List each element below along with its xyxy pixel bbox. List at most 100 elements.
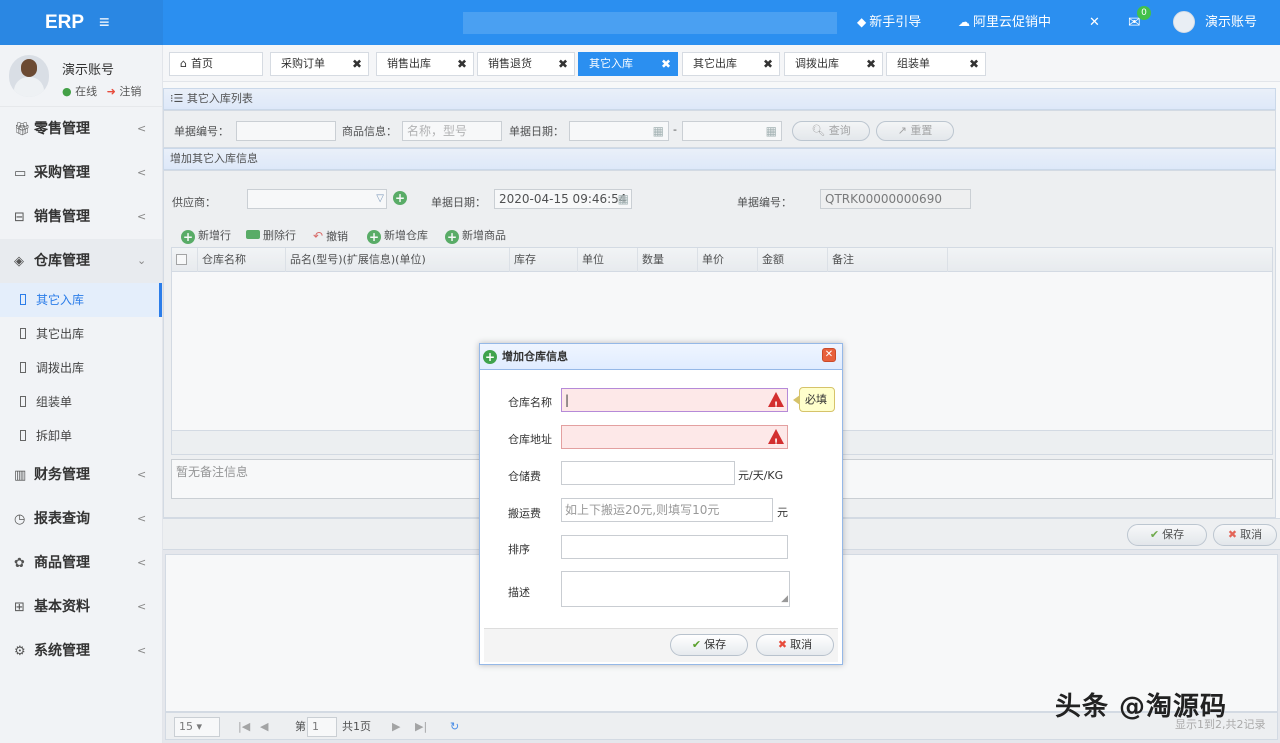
close-icon[interactable]: ✖ (969, 53, 979, 75)
logout-icon[interactable]: ➜ (107, 85, 116, 98)
chevron-left-icon: < (137, 644, 147, 657)
user-status: ● 在线 ➜ 注销 (62, 83, 141, 99)
brand-name: ERP (45, 12, 84, 33)
sidebar-subitem-disassembly[interactable]: 拆卸单 (0, 419, 162, 453)
tab-purchase-order[interactable]: 采购订单 ✖ (270, 52, 369, 76)
dialog-cancel-button[interactable]: ✖ 取消 (756, 634, 834, 656)
user-panel: 演示账号 ● 在线 ➜ 注销 (0, 45, 162, 107)
avatar[interactable] (1173, 11, 1195, 33)
subitem-label: 调拨出库 (36, 361, 85, 375)
book-icon: ▥ (14, 468, 27, 483)
storage-fee-unit: 元/天/KG (738, 469, 784, 482)
sidebar-item-label: 采购管理 (34, 165, 90, 181)
sidebar-item-label: 零售管理 (34, 121, 90, 137)
sidebar-item-goods[interactable]: ✿ 商品管理 < (0, 541, 162, 585)
tab-transfer-out[interactable]: 调拨出库 ✖ (784, 52, 883, 76)
tab-other-in[interactable]: 其它入库 ✖ (578, 52, 678, 76)
record-count: 显示1到2,共2记录 (1175, 718, 1266, 731)
building-icon: ⊟ (14, 210, 25, 225)
warehouse-address-label: 仓库地址 (508, 433, 552, 446)
add-warehouse-dialog: + 增加仓库信息 ✕ 仓库名称 |! 仓库地址 ! 仓储费 元/天/KG 搬运费… (479, 343, 843, 665)
dialog-footer: ✔ 保存 ✖ 取消 (484, 628, 838, 662)
tab-home[interactable]: ⌂ 首页 (169, 52, 263, 76)
sidebar-item-warehouse[interactable]: ◈ 仓库管理 ⌄ (0, 239, 162, 283)
user-name: 演示账号 (62, 63, 115, 78)
close-icon[interactable]: ✖ (352, 53, 362, 75)
dialog-save-label: 保存 (704, 638, 727, 651)
storage-fee-input[interactable] (561, 461, 735, 485)
clock-icon: ◷ (14, 512, 26, 527)
doc-icon (20, 430, 26, 441)
gift-icon: 🎁︎ (14, 122, 31, 137)
top-search-area[interactable] (463, 12, 837, 34)
tab-label: 销售退货 (488, 57, 532, 70)
chevron-left-icon: < (137, 122, 147, 135)
required-tooltip: 必填 (793, 387, 835, 412)
warehouse-address-input[interactable]: ! (561, 425, 788, 449)
tab-label: 其它入库 (589, 57, 633, 70)
doc-icon (20, 396, 26, 407)
sidebar-item-label: 报表查询 (34, 511, 90, 527)
subitem-label: 其它出库 (36, 327, 85, 341)
guide-link[interactable]: ◆ 新手引导 (857, 0, 921, 45)
warning-icon: ! (768, 429, 784, 448)
layers-icon: ◈ (14, 254, 24, 269)
resize-grip-icon[interactable]: ◢ (781, 588, 788, 606)
chevron-left-icon: < (137, 468, 147, 481)
sort-input[interactable] (561, 535, 788, 559)
tab-sales-return[interactable]: 销售退货 ✖ (477, 52, 575, 76)
close-icon[interactable]: ✖ (866, 53, 876, 75)
warehouse-name-input[interactable]: |! (561, 388, 788, 412)
cancel-icon: ✖ (777, 638, 788, 651)
doc-icon (20, 362, 26, 373)
sidebar-item-finance[interactable]: ▥ 财务管理 < (0, 453, 162, 497)
close-icon[interactable]: ✖ (661, 53, 671, 75)
warning-icon: ! (768, 392, 784, 411)
brand[interactable]: ERP ≡ (0, 0, 163, 45)
handling-fee-input[interactable]: 如上下搬运20元,则填写10元 (561, 498, 773, 522)
dialog-cancel-label: 取消 (790, 638, 813, 651)
logout-link[interactable]: 注销 (119, 85, 141, 98)
check-icon: ✔ (691, 638, 702, 651)
user-avatar (9, 55, 49, 97)
close-icon[interactable]: ✖ (457, 53, 467, 75)
sidebar-subitem-assembly[interactable]: 组装单 (0, 385, 162, 419)
sidebar-item-basic[interactable]: ⊞ 基本资料 < (0, 585, 162, 629)
sidebar-subitem-other-out[interactable]: 其它出库 (0, 317, 162, 351)
chevron-left-icon: < (137, 600, 147, 613)
dialog-save-button[interactable]: ✔ 保存 (670, 634, 748, 656)
promo-label: 阿里云促销中 (973, 15, 1052, 30)
sidebar-item-system[interactable]: ⚙ 系统管理 < (0, 629, 162, 673)
sidebar-subitem-other-in[interactable]: 其它入库 (0, 283, 162, 317)
fullscreen-icon[interactable]: ✕ (1089, 0, 1100, 45)
account-menu[interactable]: 演示账号 (1205, 0, 1257, 45)
sidebar-item-purchase[interactable]: ▭ 采购管理 < (0, 151, 162, 195)
description-label: 描述 (508, 586, 530, 599)
tab-other-out[interactable]: 其它出库 ✖ (682, 52, 780, 76)
tab-assembly[interactable]: 组装单 ✖ (886, 52, 986, 76)
sidebar-subitem-transfer-out[interactable]: 调拨出库 (0, 351, 162, 385)
description-textarea[interactable]: ◢ (561, 571, 790, 607)
close-icon[interactable]: ✕ (822, 348, 836, 362)
subitem-label: 其它入库 (36, 293, 85, 307)
tab-sales-out[interactable]: 销售出库 ✖ (376, 52, 474, 76)
warehouse-name-label: 仓库名称 (508, 396, 552, 409)
screen-icon: ▭ (14, 166, 27, 181)
sidebar-item-sales[interactable]: ⊟ 销售管理 < (0, 195, 162, 239)
storage-fee-label: 仓储费 (508, 470, 541, 483)
sidebar-item-label: 销售管理 (34, 209, 90, 225)
tab-label: 调拨出库 (795, 57, 839, 70)
close-icon[interactable]: ✖ (558, 53, 568, 75)
handling-fee-label: 搬运费 (508, 507, 541, 520)
chevron-down-icon: ⌄ (137, 254, 147, 267)
sidebar-item-label: 财务管理 (34, 467, 90, 483)
doc-icon (20, 294, 26, 305)
sidebar-item-retail[interactable]: 🎁︎ 零售管理 < (0, 107, 162, 151)
handling-fee-unit: 元 (777, 506, 788, 519)
hamburger-icon[interactable]: ≡ (99, 12, 110, 32)
promo-link[interactable]: ☁ 阿里云促销中 (958, 0, 1051, 45)
subitem-label: 组装单 (36, 395, 73, 409)
doc-icon (20, 328, 26, 339)
sidebar-item-reports[interactable]: ◷ 报表查询 < (0, 497, 162, 541)
close-icon[interactable]: ✖ (763, 53, 773, 75)
